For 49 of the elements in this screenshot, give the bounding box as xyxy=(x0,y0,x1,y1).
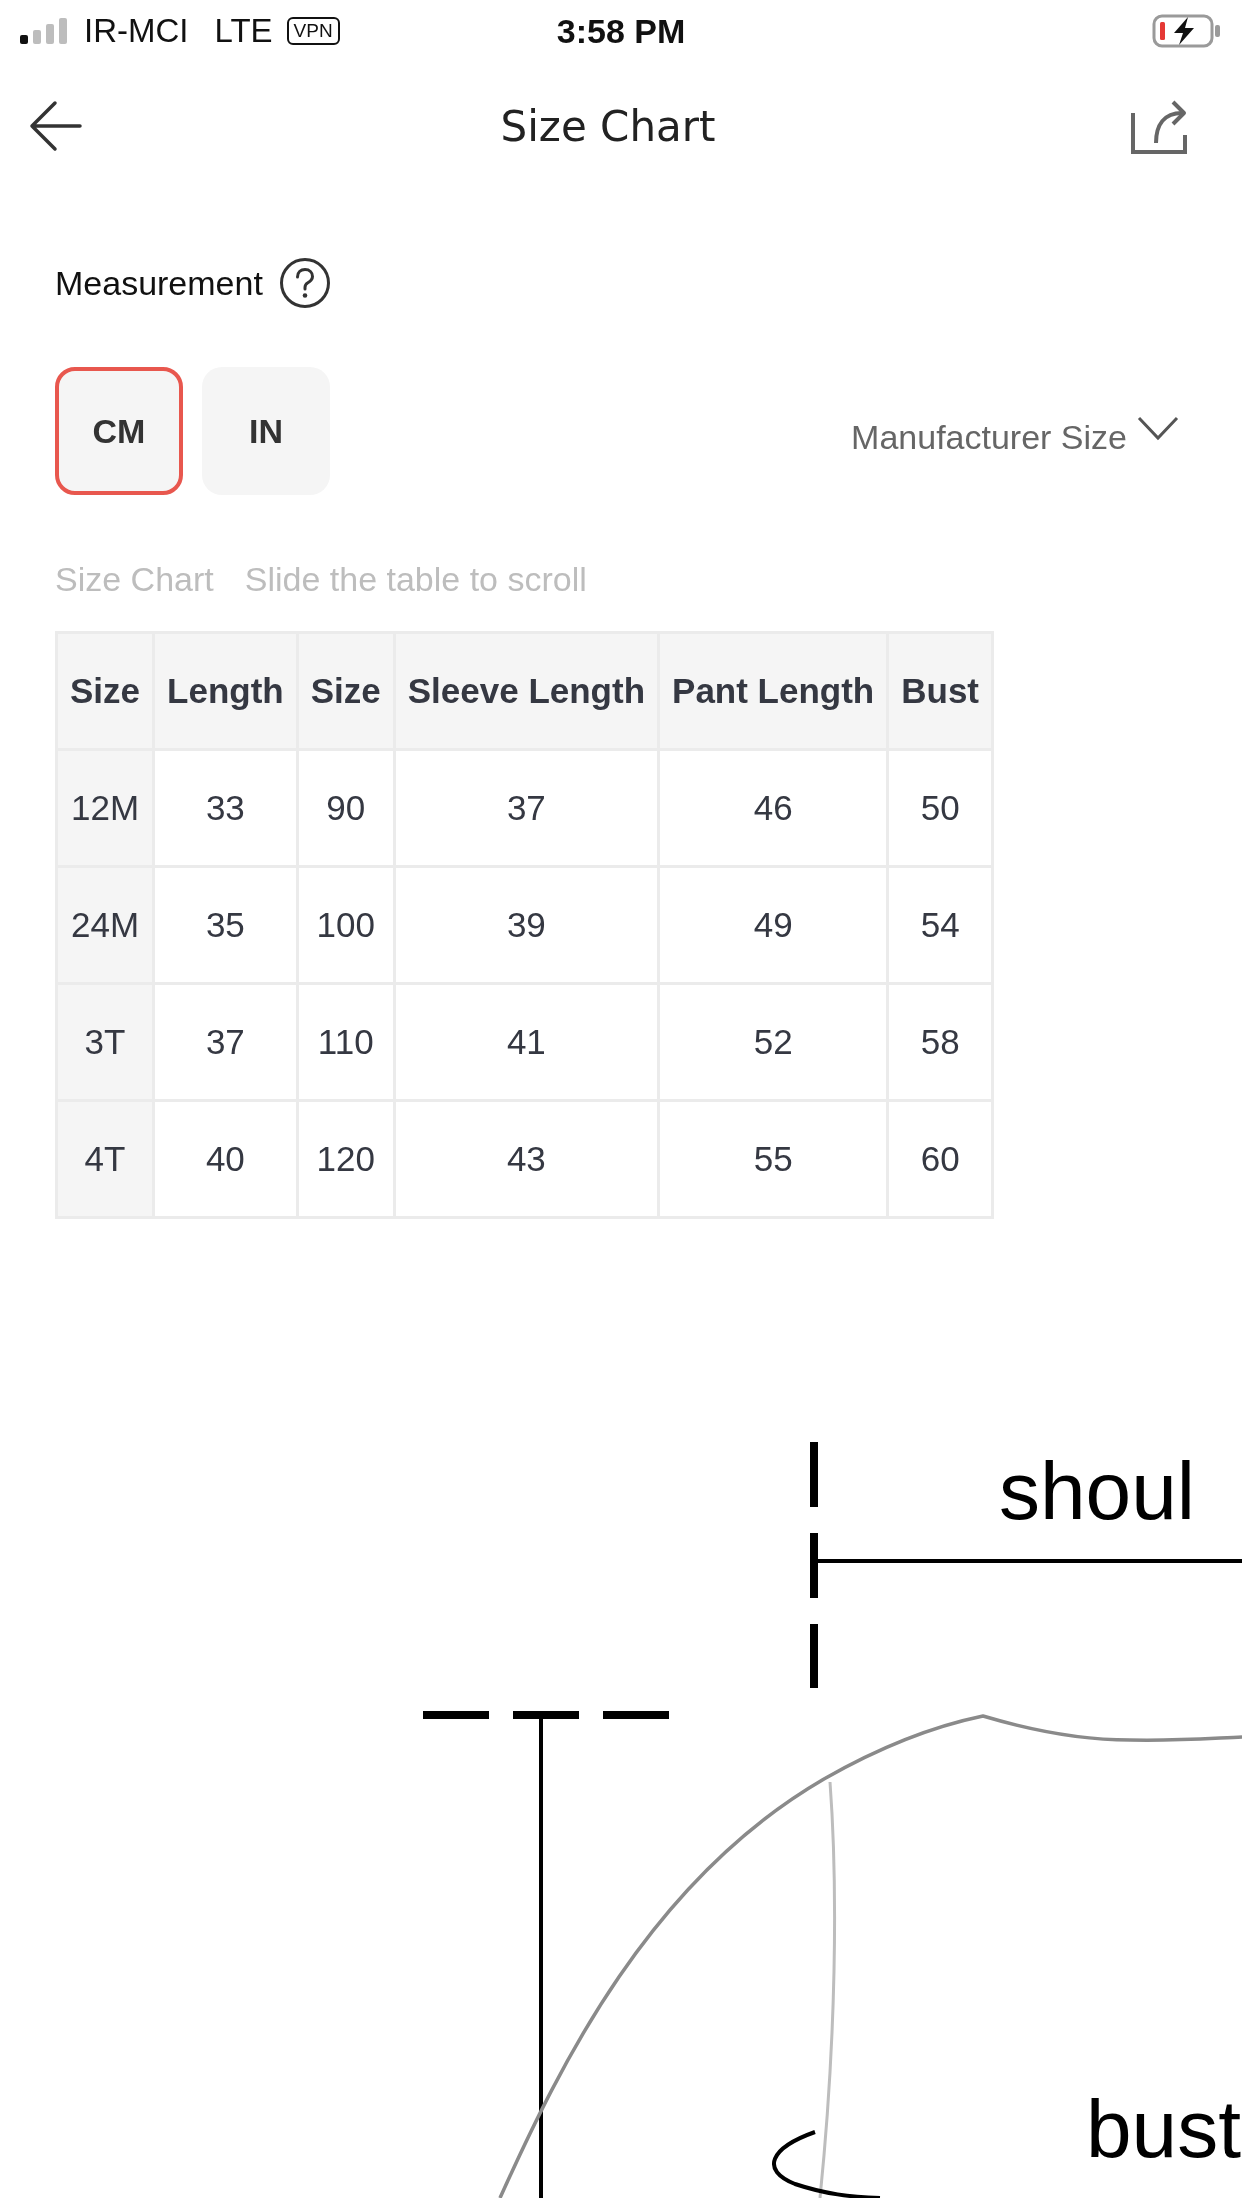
table-cell: 43 xyxy=(394,1100,659,1218)
table-cell: 39 xyxy=(394,866,659,984)
network-type: LTE xyxy=(214,12,273,50)
carrier-name: IR-MCI xyxy=(84,12,189,50)
column-header: Sleeve Length xyxy=(394,632,659,750)
table-cell: 60 xyxy=(887,1100,993,1218)
table-cell: 49 xyxy=(658,866,888,984)
chevron-down-icon xyxy=(1137,415,1179,441)
unit-option[interactable]: CM xyxy=(55,367,183,495)
diagram-label: shoul xyxy=(999,1445,1196,1536)
table-cell: 35 xyxy=(153,866,298,984)
help-icon[interactable] xyxy=(278,257,331,309)
column-header: Size xyxy=(56,632,154,750)
column-header: Size xyxy=(297,632,395,750)
table-cell: 4T xyxy=(56,1100,154,1218)
table-cell: 54 xyxy=(887,866,993,984)
page-title: Size Chart xyxy=(500,101,716,151)
table-cell: 12M xyxy=(56,749,154,867)
table-cell: 110 xyxy=(297,983,395,1101)
measurement-label: Measurement xyxy=(55,263,263,303)
table-cell: 37 xyxy=(153,983,298,1101)
table-cell: 33 xyxy=(153,749,298,867)
table-cell: 120 xyxy=(297,1100,395,1218)
table-cell: 40 xyxy=(153,1100,298,1218)
unit-option[interactable]: IN xyxy=(202,367,330,495)
vpn-indicator: VPN xyxy=(286,17,340,45)
table-cell: 46 xyxy=(658,749,888,867)
signal-icon xyxy=(20,18,70,44)
column-header: Bust xyxy=(887,632,993,750)
table-cell: 55 xyxy=(658,1100,888,1218)
table-cell: 100 xyxy=(297,866,395,984)
scroll-hint: Slide the table to scroll xyxy=(244,559,587,599)
table-cell: 90 xyxy=(297,749,395,867)
table-cell: 41 xyxy=(394,983,659,1101)
back-arrow-icon xyxy=(28,99,82,153)
table-cell: 58 xyxy=(887,983,993,1101)
column-header: Length xyxy=(153,632,298,750)
table-title: Size Chart xyxy=(55,559,214,599)
table-cell: 37 xyxy=(394,749,659,867)
column-header: Pant Length xyxy=(658,632,888,750)
status-time: 3:58 PM xyxy=(556,11,686,51)
battery-icon xyxy=(1152,14,1222,48)
table-cell: 24M xyxy=(56,866,154,984)
table-cell: 3T xyxy=(56,983,154,1101)
size-type-dropdown[interactable]: Manufacturer Size xyxy=(851,405,1179,457)
table-cell: 52 xyxy=(658,983,888,1101)
diagram-label: bust xyxy=(1086,2083,1241,2174)
table-cell: 50 xyxy=(887,749,993,867)
back-button[interactable] xyxy=(28,99,82,153)
